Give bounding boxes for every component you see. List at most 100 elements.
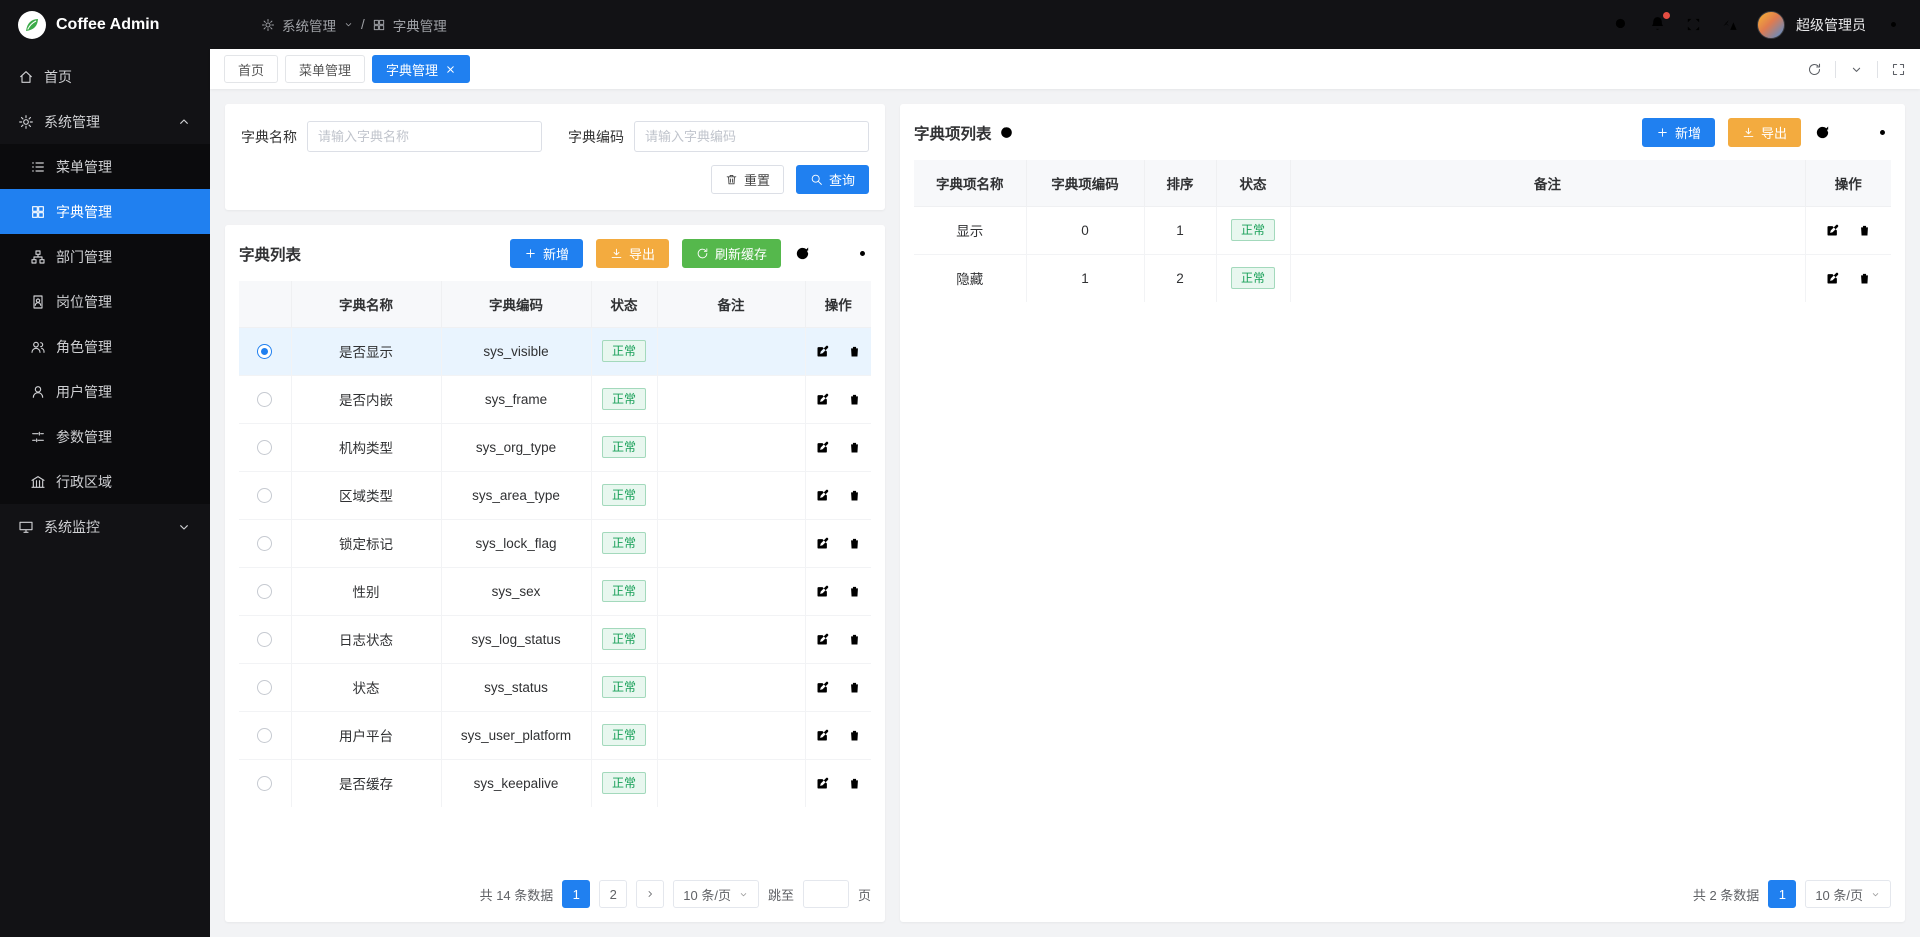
table-row[interactable]: 是否内嵌 sys_frame 正常: [239, 375, 871, 423]
export-dict-item-button[interactable]: 导出: [1728, 118, 1801, 147]
edit-icon[interactable]: [815, 488, 830, 503]
edit-icon[interactable]: [815, 584, 830, 599]
table-row[interactable]: 用户平台 sys_user_platform 正常: [239, 711, 871, 759]
page-1-button[interactable]: 1: [1768, 880, 1796, 908]
fullscreen-icon[interactable]: [1685, 16, 1702, 33]
row-radio[interactable]: [257, 680, 272, 695]
row-radio[interactable]: [257, 584, 272, 599]
edit-icon[interactable]: [815, 728, 830, 743]
status-badge: 正常: [1231, 267, 1275, 289]
edit-icon[interactable]: [1825, 271, 1840, 286]
sidebar-group-monitor[interactable]: 系统监控: [0, 504, 210, 549]
collapse-sidebar-icon[interactable]: [228, 16, 245, 33]
delete-icon[interactable]: [847, 440, 862, 455]
edit-icon[interactable]: [815, 680, 830, 695]
row-radio[interactable]: [257, 488, 272, 503]
avatar[interactable]: [1757, 11, 1785, 39]
username[interactable]: 超级管理员: [1796, 15, 1866, 35]
remark-cell: [657, 711, 805, 759]
table-row[interactable]: 区域类型 sys_area_type 正常: [239, 471, 871, 519]
tab-home[interactable]: 首页: [224, 55, 278, 83]
app-logo[interactable]: Coffee Admin: [0, 0, 210, 50]
content-fullscreen-icon[interactable]: [1891, 62, 1906, 77]
sidebar-item-region[interactable]: 行政区域: [0, 459, 210, 504]
table-row[interactable]: 机构类型 sys_org_type 正常: [239, 423, 871, 471]
delete-icon[interactable]: [847, 776, 862, 791]
refresh-cache-button[interactable]: 刷新缓存: [682, 239, 781, 268]
row-radio[interactable]: [257, 776, 272, 791]
notifications-button[interactable]: [1649, 15, 1666, 35]
delete-icon[interactable]: [847, 536, 862, 551]
table-row[interactable]: 是否缓存 sys_keepalive 正常: [239, 759, 871, 807]
table-row[interactable]: 锁定标记 sys_lock_flag 正常: [239, 519, 871, 567]
page-2-button[interactable]: 2: [599, 880, 627, 908]
column-settings-icon[interactable]: [1844, 124, 1861, 141]
row-radio[interactable]: [257, 344, 272, 359]
next-page-button[interactable]: [636, 880, 664, 908]
edit-icon[interactable]: [815, 392, 830, 407]
row-radio[interactable]: [257, 728, 272, 743]
sidebar-item-post-mgmt[interactable]: 岗位管理: [0, 279, 210, 324]
translate-icon[interactable]: [1721, 16, 1738, 33]
dict-list-title: 字典列表: [239, 243, 301, 265]
table-row[interactable]: 性别 sys_sex 正常: [239, 567, 871, 615]
table-settings-gear-icon[interactable]: [1874, 124, 1891, 141]
reset-button[interactable]: 重置: [711, 165, 784, 194]
add-dict-item-button[interactable]: 新增: [1642, 118, 1715, 147]
edit-icon[interactable]: [815, 536, 830, 551]
chevron-down-icon[interactable]: [1849, 62, 1864, 77]
edit-icon[interactable]: [815, 440, 830, 455]
settings-gear-icon[interactable]: [1885, 16, 1902, 33]
sidebar-item-menu-mgmt[interactable]: 菜单管理: [0, 144, 210, 189]
close-icon[interactable]: [445, 64, 456, 75]
sidebar-item-home[interactable]: 首页: [0, 54, 210, 99]
sidebar-group-system[interactable]: 系统管理: [0, 99, 210, 144]
sidebar-item-user-mgmt[interactable]: 用户管理: [0, 369, 210, 414]
delete-icon[interactable]: [847, 344, 862, 359]
page-size-select[interactable]: 10 条/页: [673, 880, 759, 908]
sidebar-item-dict-mgmt[interactable]: 字典管理: [0, 189, 210, 234]
search-icon[interactable]: [1613, 16, 1630, 33]
jump-page-input[interactable]: [803, 880, 849, 908]
breadcrumb-parent[interactable]: 系统管理: [282, 15, 336, 35]
row-radio[interactable]: [257, 392, 272, 407]
dict-name-input[interactable]: [307, 121, 542, 152]
row-radio[interactable]: [257, 440, 272, 455]
query-button[interactable]: 查询: [796, 165, 869, 194]
delete-icon[interactable]: [847, 632, 862, 647]
delete-icon[interactable]: [1857, 271, 1872, 286]
sidebar-item-dept-mgmt[interactable]: 部门管理: [0, 234, 210, 279]
edit-icon[interactable]: [1825, 223, 1840, 238]
sidebar-item-role-mgmt[interactable]: 角色管理: [0, 324, 210, 369]
tab-dict-mgmt[interactable]: 字典管理: [372, 55, 470, 83]
tab-menu-mgmt[interactable]: 菜单管理: [285, 55, 365, 83]
edit-icon[interactable]: [815, 344, 830, 359]
row-radio[interactable]: [257, 632, 272, 647]
table-row[interactable]: 状态 sys_status 正常: [239, 663, 871, 711]
page-1-button[interactable]: 1: [562, 880, 590, 908]
table-settings-gear-icon[interactable]: [854, 245, 871, 262]
export-dict-button[interactable]: 导出: [596, 239, 669, 268]
table-row[interactable]: 日志状态 sys_log_status 正常: [239, 615, 871, 663]
sidebar-item-param-mgmt[interactable]: 参数管理: [0, 414, 210, 459]
delete-icon[interactable]: [847, 680, 862, 695]
delete-icon[interactable]: [1857, 223, 1872, 238]
page-size-select[interactable]: 10 条/页: [1805, 880, 1891, 908]
edit-icon[interactable]: [815, 632, 830, 647]
row-radio[interactable]: [257, 536, 272, 551]
column-header: 状态: [591, 281, 657, 327]
delete-icon[interactable]: [847, 728, 862, 743]
delete-icon[interactable]: [847, 584, 862, 599]
table-row[interactable]: 是否显示 sys_visible 正常: [239, 327, 871, 375]
refresh-table-icon[interactable]: [794, 245, 811, 262]
dict-code-input[interactable]: [634, 121, 869, 152]
add-dict-button[interactable]: 新增: [510, 239, 583, 268]
delete-icon[interactable]: [847, 392, 862, 407]
edit-icon[interactable]: [815, 776, 830, 791]
delete-icon[interactable]: [847, 488, 862, 503]
table-row[interactable]: 隐藏 1 2 正常: [914, 254, 1891, 302]
column-settings-icon[interactable]: [824, 245, 841, 262]
refresh-icon[interactable]: [1807, 62, 1822, 77]
refresh-table-icon[interactable]: [1814, 124, 1831, 141]
table-row[interactable]: 显示 0 1 正常: [914, 206, 1891, 254]
